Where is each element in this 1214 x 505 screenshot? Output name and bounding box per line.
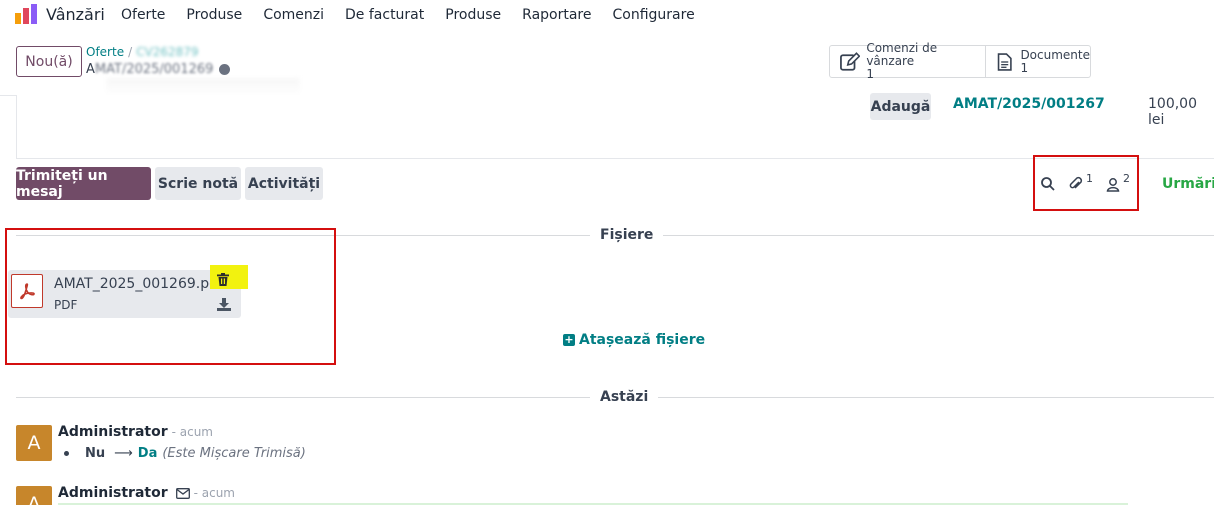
sales-orders-label: Comenzi de vânzare bbox=[866, 41, 938, 68]
add-button[interactable]: Adaugă bbox=[870, 93, 931, 120]
log-note-button[interactable]: Scrie notă bbox=[155, 167, 241, 200]
menu-item-produse-2[interactable]: Produse bbox=[445, 7, 501, 23]
tracking-new-value: Da bbox=[137, 446, 158, 461]
attach-files-link[interactable]: + Atașează fișiere bbox=[563, 332, 705, 348]
message-time: - acum bbox=[193, 486, 235, 500]
avatar[interactable]: A bbox=[16, 425, 52, 461]
sales-orders-count: 1 bbox=[866, 67, 874, 81]
menu-item-raportare[interactable]: Raportare bbox=[522, 7, 591, 23]
record-title: A MAT/2025/001269 bbox=[86, 62, 231, 77]
documents-count: 1 bbox=[1020, 60, 1029, 75]
attach-files-label: Atașează fișiere bbox=[579, 332, 706, 348]
sales-orders-smart-button[interactable]: Comenzi de vânzare 1 bbox=[830, 42, 985, 81]
annotation-box-attachment bbox=[5, 228, 336, 365]
breadcrumb: Oferte / CV262879 bbox=[86, 45, 199, 59]
documents-label: Documente bbox=[1020, 47, 1090, 62]
breadcrumb-parent-link[interactable]: Oferte bbox=[86, 45, 124, 59]
record-title-rest: MAT/2025/001269 bbox=[94, 62, 214, 77]
documents-smart-button[interactable]: Documente 1 bbox=[985, 46, 1090, 77]
menu-item-de-facturat[interactable]: De facturat bbox=[345, 7, 424, 23]
app-name[interactable]: Vânzări bbox=[46, 5, 105, 24]
today-separator-label: Astăzi bbox=[590, 389, 659, 405]
breadcrumb-blurred-link[interactable]: CV262879 bbox=[136, 45, 198, 59]
tracking-old-value: Nu bbox=[85, 446, 106, 461]
tracking-field-name: (Este Mișcare Trimisă) bbox=[162, 446, 306, 461]
breadcrumb-separator: / bbox=[128, 45, 133, 59]
related-amount: 100,00 lei bbox=[1148, 96, 1197, 128]
tracking-value: Nu ⟶ Da (Este Mișcare Trimisă) bbox=[64, 446, 306, 461]
message-author: Administrator - acum bbox=[58, 485, 235, 501]
menu-item-comenzi[interactable]: Comenzi bbox=[263, 7, 324, 23]
record-title-prefix: A bbox=[86, 62, 95, 77]
message-author: Administrator - acum bbox=[58, 424, 213, 440]
smart-buttons: Comenzi de vânzare 1 Documente 1 bbox=[829, 42, 1091, 81]
related-reference-link[interactable]: AMAT/2025/001267 bbox=[953, 96, 1105, 112]
new-button[interactable]: Nou(ă) bbox=[16, 46, 82, 77]
message-author-name[interactable]: Administrator bbox=[58, 424, 168, 440]
files-separator-label: Fișiere bbox=[590, 227, 664, 243]
send-message-button[interactable]: Trimiteți un mesaj bbox=[16, 167, 151, 200]
activities-button[interactable]: Activități bbox=[245, 167, 323, 200]
menu-item-oferte[interactable]: Oferte bbox=[121, 7, 165, 23]
message-time: - acum bbox=[171, 425, 213, 439]
main-menu: Oferte Produse Comenzi De facturat Produ… bbox=[121, 7, 716, 23]
message-author-name[interactable]: Administrator bbox=[58, 485, 168, 501]
document-icon bbox=[997, 52, 1012, 71]
arrow-icon: ⟶ bbox=[114, 446, 133, 461]
envelope-icon bbox=[175, 487, 190, 499]
menu-item-produse[interactable]: Produse bbox=[186, 7, 242, 23]
menu-item-configurare[interactable]: Configurare bbox=[613, 7, 695, 23]
bullet bbox=[64, 451, 69, 456]
follow-button[interactable]: Urmărin bbox=[1162, 176, 1214, 192]
sales-app-icon[interactable] bbox=[15, 4, 37, 24]
avatar[interactable]: A bbox=[16, 486, 52, 505]
record-gear-icon[interactable] bbox=[219, 64, 231, 75]
blurred-region bbox=[106, 78, 300, 96]
annotation-box-chatter-icons bbox=[1033, 155, 1139, 211]
top-navbar: Vânzări Oferte Produse Comenzi De factur… bbox=[0, 0, 1214, 30]
plus-square-icon: + bbox=[563, 333, 575, 346]
edit-icon bbox=[840, 51, 861, 71]
